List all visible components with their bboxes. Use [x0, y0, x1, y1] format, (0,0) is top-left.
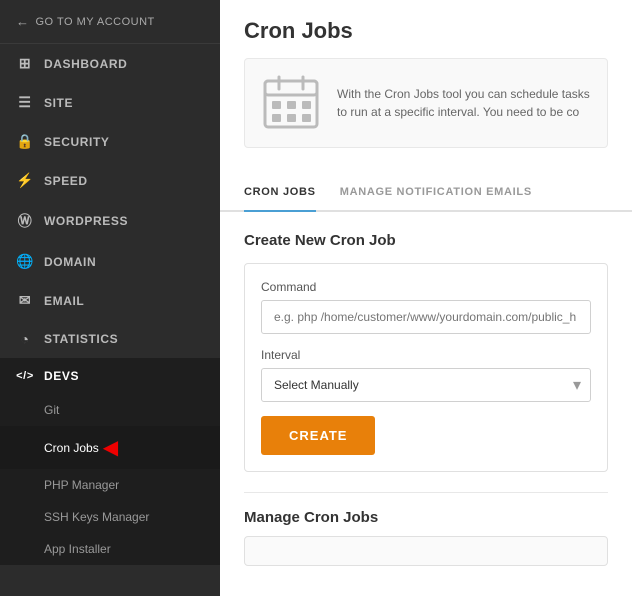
interval-label: Interval — [261, 348, 591, 362]
sidebar-item-git[interactable]: Git — [0, 394, 220, 426]
sidebar-item-label: EMAIL — [44, 294, 84, 308]
sidebar-item-domain[interactable]: 🌐 DOMAIN — [0, 242, 220, 281]
tab-cron-jobs[interactable]: CRON JOBS — [244, 174, 316, 212]
tab-manage-notifications[interactable]: MANAGE NOTIFICATION EMAILS — [340, 174, 532, 212]
speed-icon: ⚡ — [16, 172, 34, 189]
interval-select[interactable]: Select Manually — [261, 368, 591, 402]
sidebar-item-devs[interactable]: </> DEVS — [0, 358, 220, 394]
page-header: Cron Jobs With the Cron Jobs tool you ca… — [220, 0, 632, 174]
devs-subnav: Git Cron Jobs ◀ PHP Manager SSH Keys Man… — [0, 394, 220, 565]
sidebar-item-label: SPEED — [44, 174, 88, 188]
sidebar-item-php-manager[interactable]: PHP Manager — [0, 469, 220, 501]
back-to-account[interactable]: ← GO TO MY ACCOUNT — [0, 0, 220, 44]
sidebar-item-label: STATISTICS — [44, 332, 118, 346]
email-icon: ✉ — [16, 292, 34, 309]
manage-section: Manage Cron Jobs — [244, 492, 608, 566]
sidebar-item-cron-jobs[interactable]: Cron Jobs ◀ — [0, 426, 220, 469]
sidebar-item-label: WORDPRESS — [44, 214, 128, 228]
selection-arrow-icon: ◀ — [103, 435, 118, 460]
sidebar-item-dashboard[interactable]: ⊞ DASHBOARD — [0, 44, 220, 83]
git-label: Git — [44, 403, 59, 417]
command-group: Command — [261, 280, 591, 334]
sidebar-item-label: SECURITY — [44, 135, 109, 149]
tab-content: Create New Cron Job Command Interval Sel… — [220, 212, 632, 586]
sidebar-item-label: DOMAIN — [44, 255, 96, 269]
back-label: GO TO MY ACCOUNT — [36, 16, 155, 28]
statistics-icon: ◔ — [16, 331, 34, 347]
sidebar-item-ssh-keys-manager[interactable]: SSH Keys Manager — [0, 501, 220, 533]
create-cron-form: Command Interval Select Manually CREATE — [244, 263, 608, 472]
sidebar-item-email[interactable]: ✉ EMAIL — [0, 281, 220, 320]
tabs-bar: CRON JOBS MANAGE NOTIFICATION EMAILS — [220, 174, 632, 212]
sidebar-item-wordpress[interactable]: Ⓦ WORDPRESS — [0, 200, 220, 242]
sidebar-item-label: SITE — [44, 96, 73, 110]
intro-description: With the Cron Jobs tool you can schedule… — [337, 85, 591, 121]
php-manager-label: PHP Manager — [44, 478, 119, 492]
sidebar-item-speed[interactable]: ⚡ SPEED — [0, 161, 220, 200]
manage-section-title: Manage Cron Jobs — [244, 509, 608, 526]
interval-select-wrapper: Select Manually — [261, 368, 591, 402]
create-section-title: Create New Cron Job — [244, 232, 608, 249]
create-button[interactable]: CREATE — [261, 416, 375, 455]
sidebar-item-app-installer[interactable]: App Installer — [0, 533, 220, 565]
ssh-keys-label: SSH Keys Manager — [44, 510, 149, 524]
command-label: Command — [261, 280, 591, 294]
interval-group: Interval Select Manually — [261, 348, 591, 402]
sidebar-item-label: DASHBOARD — [44, 57, 127, 71]
sidebar: ← GO TO MY ACCOUNT ⊞ DASHBOARD ☰ SITE 🔒 … — [0, 0, 220, 596]
wordpress-icon: Ⓦ — [16, 211, 34, 231]
cron-jobs-label: Cron Jobs — [44, 441, 99, 455]
devs-icon: </> — [16, 370, 34, 382]
lock-icon: 🔒 — [16, 133, 34, 150]
sidebar-item-label: DEVS — [44, 369, 79, 383]
app-installer-label: App Installer — [44, 542, 111, 556]
sidebar-item-site[interactable]: ☰ SITE — [0, 83, 220, 122]
dashboard-icon: ⊞ — [16, 55, 34, 72]
back-arrow-icon: ← — [16, 14, 30, 29]
sidebar-item-statistics[interactable]: ◔ STATISTICS — [0, 320, 220, 358]
intro-box: With the Cron Jobs tool you can schedule… — [244, 58, 608, 148]
manage-cron-jobs-list — [244, 536, 608, 566]
calendar-icon — [261, 73, 321, 133]
domain-icon: 🌐 — [16, 253, 34, 270]
sidebar-item-security[interactable]: 🔒 SECURITY — [0, 122, 220, 161]
site-icon: ☰ — [16, 94, 34, 111]
main-content: Cron Jobs With the Cron Jobs tool you ca… — [220, 0, 632, 596]
command-input[interactable] — [261, 300, 591, 334]
page-title: Cron Jobs — [244, 18, 608, 44]
